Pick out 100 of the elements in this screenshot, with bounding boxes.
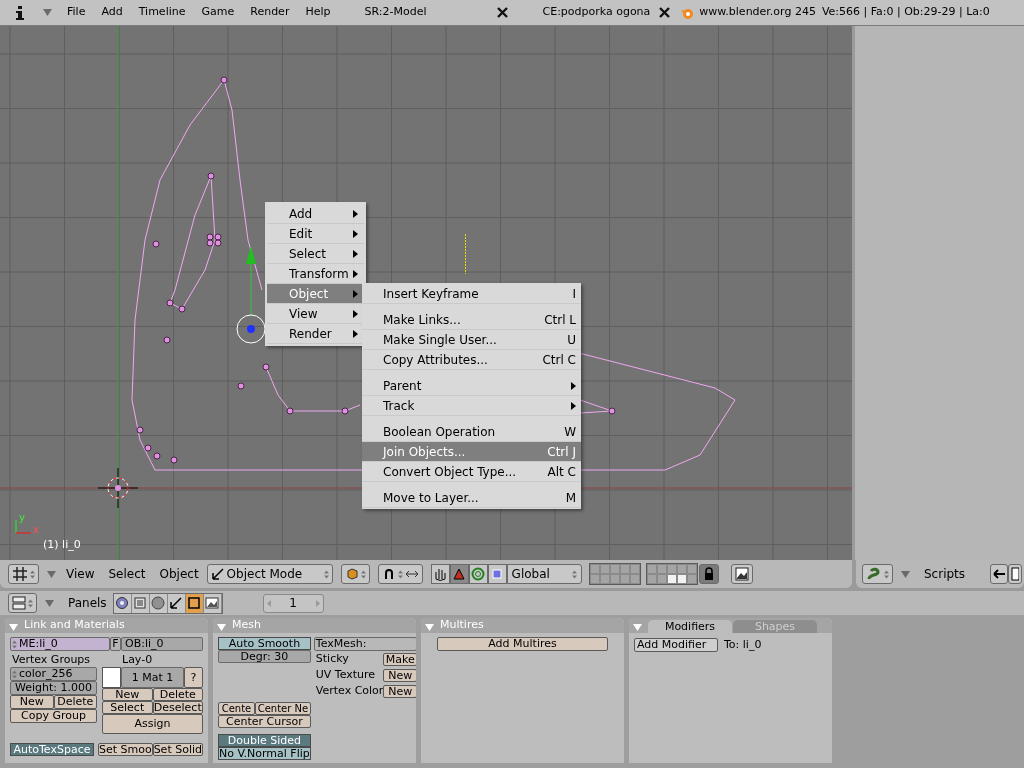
context-tab[interactable] — [113, 593, 132, 613]
layer-toggle[interactable] — [646, 574, 657, 584]
data-button[interactable]: Make — [383, 653, 416, 666]
editor-type-button[interactable] — [8, 564, 39, 584]
color-swatch[interactable] — [102, 667, 121, 688]
layer-toggle[interactable] — [686, 574, 697, 584]
collapse-triangle-icon[interactable] — [43, 9, 52, 16]
object-name-field[interactable]: OB:li_0 — [121, 637, 203, 651]
menu-item[interactable]: Convert Object Type... Alt C — [362, 462, 581, 482]
layer-toggle[interactable] — [656, 564, 667, 574]
menu-item[interactable]: Make Single User... U — [362, 330, 581, 350]
collapse-triangle-icon[interactable] — [425, 624, 434, 631]
menu-item[interactable]: View — [66, 565, 95, 583]
toggle-button[interactable]: No V.Normal Flip — [218, 747, 311, 760]
up-down-arrows-icon[interactable] — [323, 569, 329, 579]
menu-item[interactable]: File — [67, 4, 86, 21]
back-button[interactable] — [990, 564, 1009, 584]
material-number-field[interactable]: 1 Mat 1 — [121, 667, 184, 688]
new-button[interactable]: New — [10, 695, 54, 709]
menu-item[interactable]: Join Objects... Ctrl J — [362, 442, 581, 462]
menu-item[interactable]: Track — [362, 396, 581, 416]
up-down-arrows-icon[interactable] — [360, 569, 366, 579]
collapse-triangle-icon[interactable] — [217, 624, 226, 631]
menu-item[interactable]: Parent — [362, 376, 581, 396]
info-icon[interactable] — [15, 5, 25, 20]
up-down-arrows-icon[interactable] — [12, 639, 17, 649]
fake-user-button[interactable]: F — [110, 637, 121, 651]
layer-toggle[interactable] — [609, 564, 620, 574]
data-button[interactable]: New — [383, 685, 416, 698]
scene-field[interactable]: CE:podporka ogona — [542, 4, 651, 21]
center-cursor-button[interactable]: Center Cursor — [218, 715, 311, 728]
menu-item[interactable]: Object — [159, 565, 199, 583]
menu-item[interactable]: Edit — [267, 224, 364, 244]
layer-toggle[interactable] — [589, 574, 600, 584]
add-modifier-button[interactable]: Add Modifier — [634, 638, 718, 653]
editor-type-button[interactable] — [8, 593, 37, 613]
layer-toggle[interactable] — [676, 574, 687, 584]
lock-button[interactable] — [698, 564, 719, 584]
layer-toggle[interactable] — [619, 574, 630, 584]
layer-toggle[interactable] — [629, 564, 640, 574]
degree-field[interactable]: Degr: 30 — [218, 650, 311, 663]
layer-toggle[interactable] — [589, 564, 600, 574]
orientation-dropdown[interactable]: Global — [506, 564, 582, 584]
menu-item[interactable]: Add — [267, 204, 364, 224]
toggle-button[interactable]: AutoTexSpace — [10, 743, 94, 756]
menu-item[interactable]: Insert Keyframe I — [362, 284, 581, 304]
center-new-button[interactable]: Center Ne — [255, 702, 311, 715]
layer-toggle[interactable] — [666, 574, 677, 584]
layer-toggle[interactable] — [599, 574, 610, 584]
up-down-arrows-icon[interactable] — [30, 569, 35, 579]
center-button[interactable]: Cente — [218, 702, 255, 715]
set-solid-button[interactable]: Set Solid — [152, 743, 203, 756]
arrow-left-icon[interactable] — [266, 599, 271, 607]
layer-toggle[interactable] — [609, 574, 620, 584]
set-smooth-button[interactable]: Set Smoo — [97, 743, 153, 756]
texmesh-field[interactable]: TexMesh: — [313, 637, 416, 651]
up-down-arrows-icon[interactable] — [884, 569, 889, 579]
collapse-triangle-icon[interactable] — [901, 570, 910, 578]
panel-header[interactable]: Modifiers Shapes — [629, 618, 832, 633]
manipulator-toggle[interactable] — [430, 564, 450, 584]
menu-item[interactable]: Copy Attributes... Ctrl C — [362, 350, 581, 370]
layer-toggle[interactable] — [656, 574, 667, 584]
weight-field[interactable]: Weight: 1.000 — [10, 681, 97, 695]
render-button[interactable] — [730, 564, 753, 584]
menu-item[interactable]: Move to Layer... M — [362, 488, 581, 508]
assign-button[interactable]: Assign — [102, 714, 203, 734]
layer-toggle[interactable] — [646, 564, 657, 574]
layer-toggle[interactable] — [599, 564, 610, 574]
mesh-name-field[interactable]: ME:li_0 — [10, 637, 110, 651]
arrow-right-icon[interactable] — [315, 599, 320, 607]
up-down-arrows-icon[interactable] — [28, 598, 33, 608]
material-action-button[interactable]: Select — [102, 701, 153, 714]
layer-toggle[interactable] — [676, 564, 687, 574]
menu-item[interactable]: Add — [101, 4, 123, 21]
shading-button[interactable] — [340, 564, 370, 584]
up-down-arrows-icon[interactable] — [397, 569, 403, 579]
menu-item[interactable]: Object — [267, 284, 364, 304]
menu-item[interactable]: Timeline — [138, 4, 186, 21]
help-button[interactable]: ? — [184, 667, 203, 688]
collapse-triangle-icon[interactable] — [9, 624, 18, 631]
close-icon[interactable] — [496, 7, 508, 18]
menu-item[interactable]: Select — [108, 565, 146, 583]
window-button[interactable] — [1008, 564, 1023, 584]
up-down-arrows-icon[interactable] — [12, 669, 17, 679]
menu-item[interactable]: Select — [267, 244, 364, 264]
data-button[interactable]: New — [383, 669, 416, 682]
copy-group-button[interactable]: Copy Group — [10, 709, 97, 723]
layer-toggle[interactable] — [629, 574, 640, 584]
collapse-triangle-icon[interactable] — [45, 599, 54, 607]
layer-toggle[interactable] — [686, 564, 697, 574]
add-multires-button[interactable]: Add Multires — [437, 637, 608, 651]
pivot-button[interactable] — [377, 564, 423, 584]
material-action-button[interactable]: Deselect — [152, 701, 203, 714]
material-action-button[interactable]: New — [102, 688, 153, 701]
collapse-triangle-icon[interactable] — [633, 624, 642, 631]
menu-item[interactable]: Help — [305, 4, 331, 21]
toggle-button[interactable]: Double Sided — [218, 734, 311, 747]
menu-item[interactable]: Game — [201, 4, 235, 21]
page-number-field[interactable]: 1 — [262, 593, 324, 613]
collapse-triangle-icon[interactable] — [47, 570, 56, 578]
